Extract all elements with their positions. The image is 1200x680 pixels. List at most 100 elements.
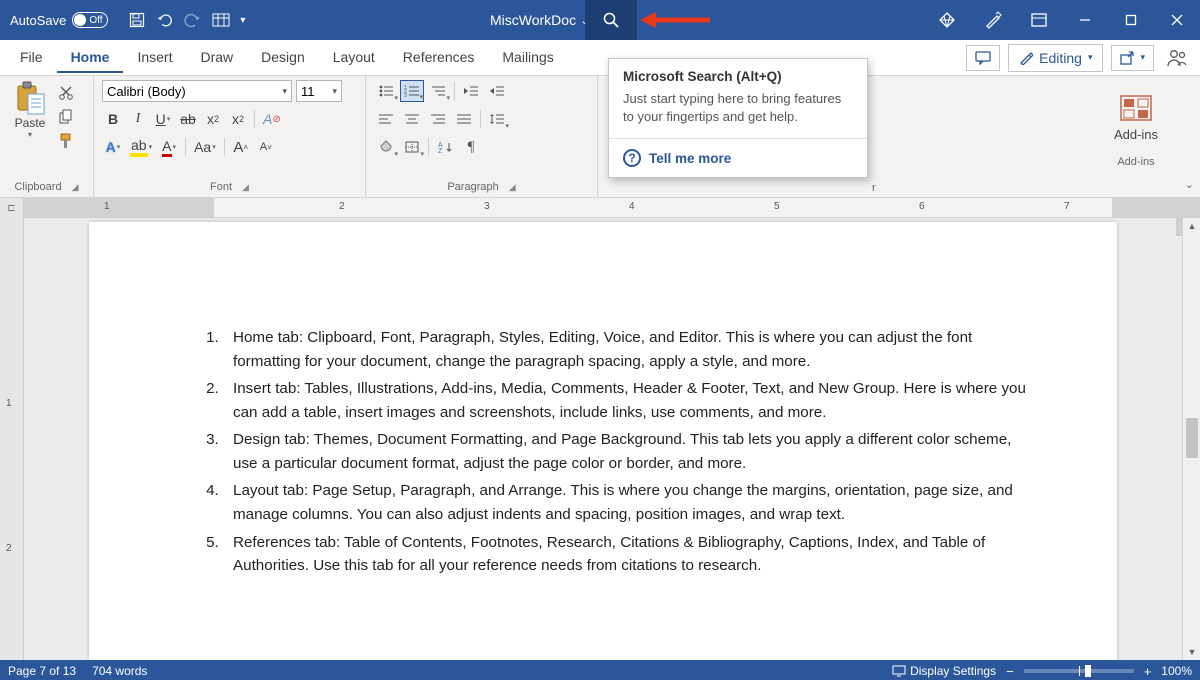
align-left-button[interactable] [374,108,398,130]
word-count[interactable]: 704 words [92,664,147,678]
shrink-font-button[interactable]: A˅ [255,136,277,158]
chevron-down-icon: ▾ [28,130,32,139]
list-item[interactable]: Insert tab: Tables, Illustrations, Add-i… [223,377,1031,424]
decrease-indent-button[interactable] [459,80,483,102]
vertical-ruler[interactable]: 1 2 [0,218,24,660]
strikethrough-button[interactable]: ab [177,108,199,130]
redo-icon[interactable] [184,11,202,29]
tab-home[interactable]: Home [57,42,124,73]
minimize-button[interactable] [1062,0,1108,40]
increase-indent-button[interactable] [485,80,509,102]
qat-table-icon[interactable] [212,11,230,29]
italic-button[interactable]: I [127,108,149,130]
tab-file[interactable]: File [6,42,57,73]
numbering-button[interactable]: 123▾ [400,80,424,102]
tab-design[interactable]: Design [247,42,319,73]
horizontal-ruler[interactable]: ⊏ 1 2 3 4 5 6 7 [0,198,1200,218]
dialog-launcher-icon[interactable]: ◢ [509,182,516,193]
dialog-launcher-icon[interactable]: ◢ [72,182,79,193]
display-icon [892,665,906,677]
clear-formatting-button[interactable]: A⊘ [260,108,284,130]
line-spacing-button[interactable]: ▾ [485,108,509,130]
ribbon: Paste ▾ Clipboard◢ Calibri (Body)▾ 11▾ B… [0,76,1200,198]
group-font: Calibri (Body)▾ 11▾ B I U▾ ab x2 x2 A⊘ A… [94,76,366,197]
dialog-launcher-icon[interactable]: ◢ [242,182,249,193]
shading-button[interactable]: ▾ [374,136,398,158]
comments-button[interactable] [966,45,1000,71]
scroll-up-icon[interactable]: ▲ [1183,218,1200,234]
list-item[interactable]: Home tab: Clipboard, Font, Paragraph, St… [223,326,1031,373]
editing-mode-button[interactable]: Editing ▾ [1008,44,1103,72]
font-family-select[interactable]: Calibri (Body)▾ [102,80,292,102]
autosave-toggle[interactable]: AutoSave Off [10,12,108,28]
underline-button[interactable]: U▾ [152,108,174,130]
sort-button[interactable]: AZ [433,136,457,158]
grow-font-button[interactable]: A˄ [230,136,252,158]
tab-mailings[interactable]: Mailings [488,42,567,73]
list-item[interactable]: Design tab: Themes, Document Formatting,… [223,428,1031,475]
document-page[interactable]: Home tab: Clipboard, Font, Paragraph, St… [89,222,1117,660]
qat-customize-icon[interactable]: ▾ [240,15,245,26]
svg-text:3: 3 [404,93,407,98]
cut-icon[interactable] [56,84,76,102]
paste-button[interactable]: Paste ▾ [8,80,52,150]
tell-me-more-link[interactable]: ? Tell me more [609,138,867,177]
tab-references[interactable]: References [389,42,489,73]
tab-draw[interactable]: Draw [186,42,247,73]
undo-icon[interactable] [156,11,174,29]
zoom-out-button[interactable]: − [1006,664,1014,679]
tab-insert[interactable]: Insert [123,42,186,73]
format-painter-icon[interactable] [56,132,76,150]
pen-icon[interactable] [970,0,1016,40]
toggle-switch[interactable]: Off [72,12,108,28]
show-hide-button[interactable]: ¶ [459,136,483,158]
display-settings-button[interactable]: Display Settings [892,664,996,678]
svg-text:Z: Z [438,148,443,154]
copy-icon[interactable] [56,108,76,126]
change-case-button[interactable]: Aa▾ [191,136,219,158]
maximize-button[interactable] [1108,0,1154,40]
search-button[interactable] [585,0,637,40]
annotation-arrow [640,10,710,30]
bullets-button[interactable]: ▾ [374,80,398,102]
zoom-slider[interactable] [1024,669,1134,673]
ribbon-mode-icon[interactable] [1016,0,1062,40]
zoom-in-button[interactable]: + [1144,664,1152,679]
help-icon: ? [623,149,641,167]
text-effects-button[interactable]: A▾ [102,136,124,158]
superscript-button[interactable]: x2 [227,108,249,130]
borders-button[interactable]: ▾ [400,136,424,158]
close-button[interactable] [1154,0,1200,40]
highlight-button[interactable]: ab▾ [127,136,155,158]
group-paragraph: ▾ 123▾ ▾ ▾ ▾ ▾ AZ ¶ [366,76,598,197]
justify-button[interactable] [452,108,476,130]
title-bar: AutoSave Off ▾ MiscWorkDoc ⌄ [0,0,1200,40]
scroll-down-icon[interactable]: ▼ [1183,644,1200,660]
bold-button[interactable]: B [102,108,124,130]
list-item[interactable]: References tab: Table of Contents, Footn… [223,531,1031,578]
diamond-icon[interactable] [924,0,970,40]
group-label-hidden: r [872,182,876,194]
addins-button[interactable]: Add-ins [1100,80,1172,154]
list-item[interactable]: Layout tab: Page Setup, Paragraph, and A… [223,479,1031,526]
group-label: Paragraph [447,181,498,193]
font-color-button[interactable]: A▾ [158,136,180,158]
align-right-button[interactable] [426,108,450,130]
group-clipboard: Paste ▾ Clipboard◢ [0,76,94,197]
share-button[interactable]: ▾ [1111,45,1154,71]
group-label: Font [210,181,232,193]
tab-layout[interactable]: Layout [319,42,389,73]
page-indicator[interactable]: Page 7 of 13 [8,664,76,678]
font-size-select[interactable]: 11▾ [296,80,342,102]
document-title[interactable]: MiscWorkDoc ⌄ [490,12,589,28]
subscript-button[interactable]: x2 [202,108,224,130]
collapse-ribbon-icon[interactable]: ⌄ [1185,178,1194,191]
zoom-level[interactable]: 100% [1161,664,1192,678]
account-icon[interactable] [1162,43,1192,73]
vertical-scrollbar[interactable]: ▲ ▼ [1182,218,1200,660]
save-icon[interactable] [128,11,146,29]
scroll-thumb[interactable] [1186,418,1198,458]
align-center-button[interactable] [400,108,424,130]
comment-icon [975,51,991,65]
multilevel-list-button[interactable]: ▾ [426,80,450,102]
